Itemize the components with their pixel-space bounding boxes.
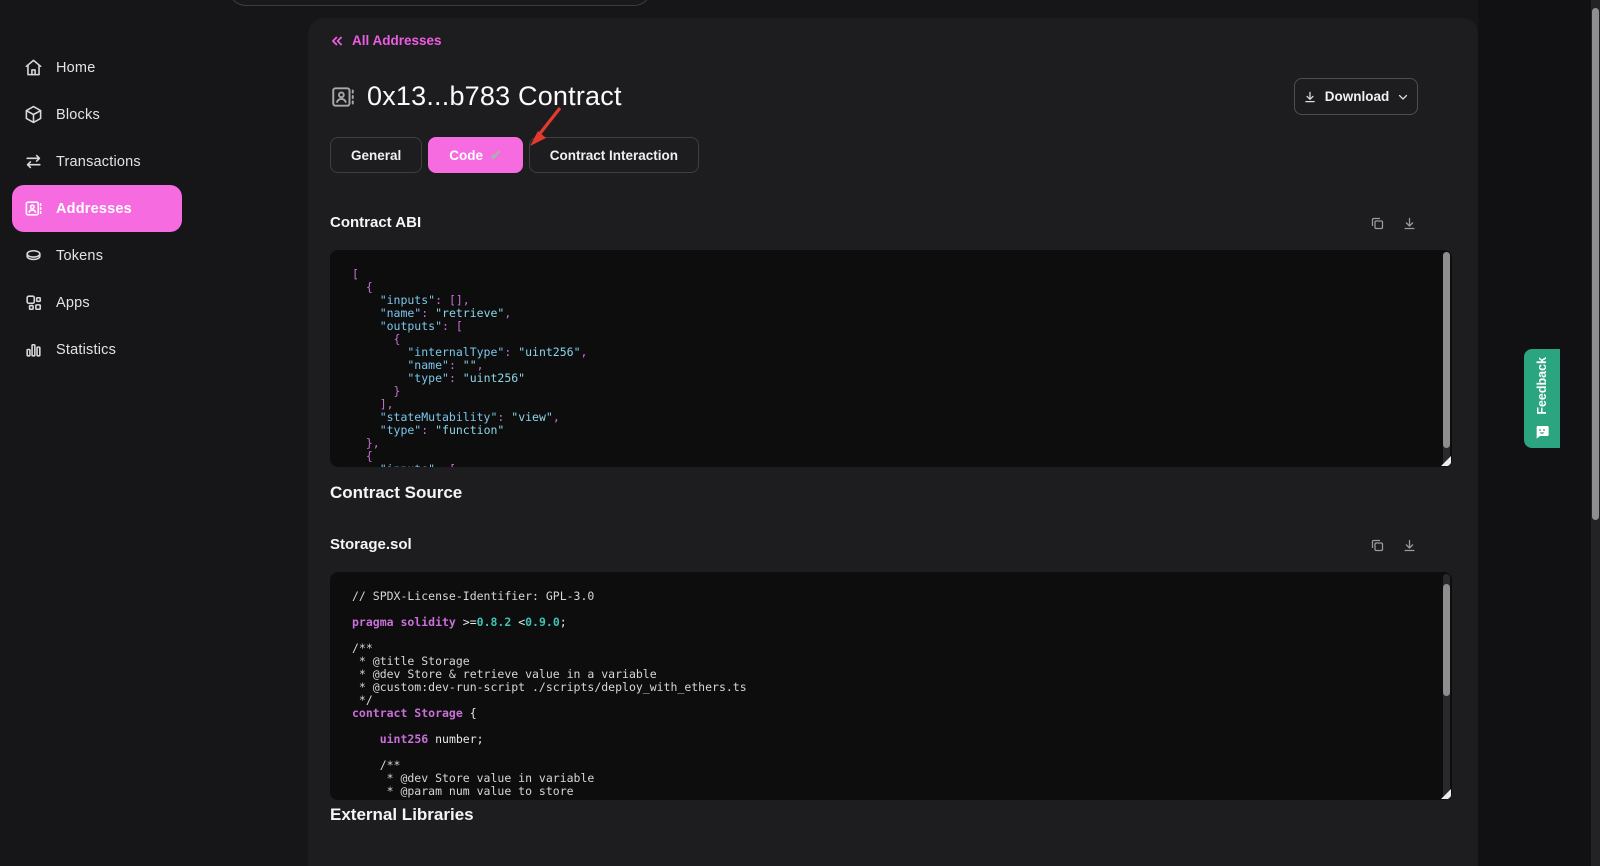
breadcrumb-label: All Addresses: [352, 33, 442, 48]
download-icon: [1303, 90, 1317, 104]
tab-bar: General Code ✔ Contract Interaction: [330, 137, 699, 173]
title-row: 0x13...b783 Contract: [330, 81, 622, 112]
abi-header-actions: [1370, 216, 1417, 231]
feedback-button[interactable]: Feedback: [1524, 349, 1560, 448]
sidebar-item-transactions[interactable]: Transactions: [0, 138, 308, 185]
abi-code-scrollbar[interactable]: [1443, 252, 1450, 465]
source-header-actions: [1370, 538, 1417, 553]
tab-contract-interaction[interactable]: Contract Interaction: [529, 137, 699, 173]
sidebar-item-label: Apps: [56, 295, 90, 311]
contract-source-code-block[interactable]: // SPDX-License-Identifier: GPL-3.0 prag…: [330, 572, 1452, 800]
contract-abi-code-block[interactable]: [ { "inputs": [], "name": "retrieve", "o…: [330, 250, 1452, 467]
cube-icon: [24, 105, 43, 124]
download-button[interactable]: Download: [1294, 78, 1418, 115]
download-label: Download: [1325, 89, 1390, 104]
coin-icon: [24, 246, 43, 265]
abi-code: [ { "inputs": [], "name": "retrieve", "o…: [352, 268, 1422, 467]
page-scrollbar-thumb[interactable]: [1592, 8, 1599, 520]
tab-general[interactable]: General: [330, 137, 422, 173]
sidebar-item-label: Transactions: [56, 154, 141, 170]
contract-source-heading: Contract Source: [330, 483, 462, 503]
tab-code[interactable]: Code ✔: [428, 137, 522, 173]
sidebar-item-addresses[interactable]: Addresses: [12, 185, 182, 232]
external-libraries-heading: External Libraries: [330, 805, 474, 825]
arrows-swap-icon: [24, 152, 43, 171]
contract-abi-heading: Contract ABI: [330, 214, 421, 231]
tab-label: General: [351, 148, 401, 163]
checkmark-icon: ✔: [490, 147, 502, 164]
sidebar-item-label: Tokens: [56, 248, 103, 264]
sidebar-item-apps[interactable]: Apps: [0, 279, 308, 326]
chat-smiley-icon: [1534, 424, 1550, 440]
bar-chart-icon: [24, 340, 43, 359]
home-icon: [24, 58, 43, 77]
source-code-scrollbar[interactable]: [1443, 574, 1450, 798]
sidebar-item-statistics[interactable]: Statistics: [0, 326, 308, 373]
sidebar-item-label: Blocks: [56, 107, 100, 123]
contact-card-icon: [330, 84, 356, 110]
double-chevron-left-icon: [330, 34, 344, 48]
apps-grid-icon: [24, 293, 43, 312]
blockscout-app: Home Blocks Transactions Addresses Token…: [0, 0, 1600, 866]
sidebar-item-blocks[interactable]: Blocks: [0, 91, 308, 138]
sidebar-item-label: Addresses: [56, 201, 132, 217]
page-scrollbar[interactable]: [1591, 0, 1600, 866]
breadcrumb-all-addresses[interactable]: All Addresses: [330, 33, 442, 48]
sidebar-item-label: Home: [56, 60, 95, 76]
tab-label: Code: [449, 148, 483, 163]
page-title: 0x13...b783 Contract: [367, 81, 622, 112]
contact-card-icon: [24, 199, 43, 218]
feedback-label: Feedback: [1535, 357, 1549, 415]
download-icon[interactable]: [1402, 216, 1417, 231]
download-icon[interactable]: [1402, 538, 1417, 553]
tab-label: Contract Interaction: [550, 148, 678, 163]
sidebar-item-label: Statistics: [56, 342, 116, 358]
sidebar: Home Blocks Transactions Addresses Token…: [0, 0, 308, 866]
main-panel: All Addresses 0x13...b783 Contract Downl…: [308, 18, 1478, 866]
source-code: // SPDX-License-Identifier: GPL-3.0 prag…: [352, 590, 1422, 798]
source-file-name: Storage.sol: [330, 536, 412, 553]
sidebar-item-home[interactable]: Home: [0, 44, 308, 91]
copy-icon[interactable]: [1370, 216, 1385, 231]
chevron-down-icon: [1397, 91, 1409, 103]
copy-icon[interactable]: [1370, 538, 1385, 553]
sidebar-item-tokens[interactable]: Tokens: [0, 232, 308, 279]
